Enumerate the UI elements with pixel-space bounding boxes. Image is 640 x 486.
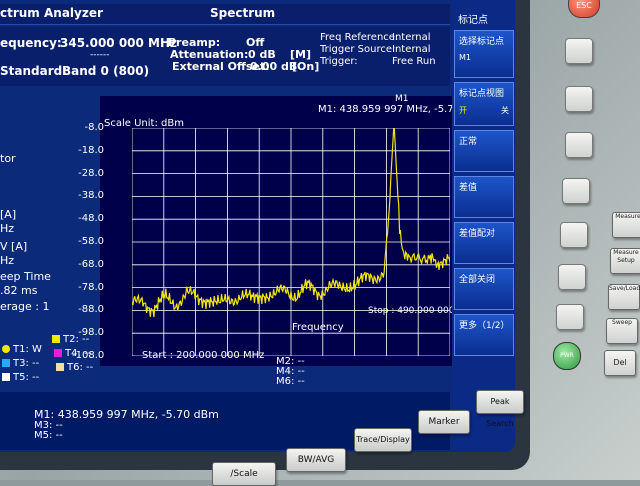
trace-2[interactable]: T2: -- bbox=[52, 334, 89, 345]
y-tick-label: -88.0 bbox=[78, 304, 104, 316]
trace-3-label: T3: -- bbox=[13, 358, 40, 369]
y-tick-label: -8.0 bbox=[84, 122, 104, 133]
softkey-hard-button-2[interactable] bbox=[565, 86, 593, 112]
softkey-select-marker[interactable]: 选择标记点 M1 bbox=[454, 30, 514, 78]
softkey-hard-button-1[interactable] bbox=[565, 38, 593, 64]
softkey-hard-button-7[interactable] bbox=[556, 304, 584, 330]
measure-setup-key[interactable]: Measure Setup bbox=[610, 248, 640, 274]
y-tick-label: -78.0 bbox=[78, 281, 104, 293]
trace-3[interactable]: T3: -- bbox=[2, 358, 39, 369]
x-axis-label: Frequency bbox=[292, 322, 344, 333]
delete-key[interactable]: Del bbox=[604, 350, 636, 376]
freq-reference-label: Freq Reference: bbox=[320, 32, 399, 43]
softkey-marker-view[interactable]: 标记点视图 开 关 bbox=[454, 82, 514, 126]
left-param-3: Hz bbox=[0, 222, 15, 235]
average-count: erage : 1 bbox=[0, 300, 50, 313]
trigger-source-label: Trigger Source: bbox=[320, 44, 396, 55]
center-frequency-label: equency: bbox=[0, 36, 62, 50]
trace-2-swatch bbox=[52, 335, 60, 343]
trace-4-label: T4: -- bbox=[65, 348, 92, 359]
standard-value[interactable]: Band 0 (800) bbox=[62, 64, 149, 78]
settings-panel: equency: 345.000 000 MHz ------ Standard… bbox=[0, 26, 450, 86]
softkey-all-off[interactable]: 全部关闭 bbox=[454, 268, 514, 310]
trace-5[interactable]: T5: -- bbox=[2, 372, 39, 383]
trigger-source-value: Internal bbox=[392, 44, 431, 55]
trace-4[interactable]: T4: -- bbox=[54, 348, 91, 359]
trace-6-swatch bbox=[56, 363, 64, 371]
y-tick-label: -48.0 bbox=[78, 213, 104, 225]
softkey-hard-button-5[interactable] bbox=[560, 222, 588, 248]
external-offset-value: 0.00 dB bbox=[250, 60, 298, 73]
trace-6-label: T6: -- bbox=[67, 362, 94, 373]
marker-key[interactable]: Marker bbox=[418, 410, 470, 434]
view-on-option: 开 bbox=[459, 106, 467, 115]
peak-search-key[interactable]: Peak Search bbox=[476, 390, 524, 428]
y-tick-label: -18.0 bbox=[78, 144, 104, 156]
center-frequency-value[interactable]: 345.000 000 MHz bbox=[60, 36, 177, 50]
y-tick-label: -68.0 bbox=[78, 258, 104, 270]
trace-5-label: T5: -- bbox=[13, 372, 40, 383]
softkey-more[interactable]: 更多（1/2） bbox=[454, 314, 514, 356]
external-offset-state: [On] bbox=[292, 60, 320, 73]
trigger-value: Free Run bbox=[392, 56, 436, 67]
standard-label: Standard: bbox=[0, 64, 68, 78]
title-bar: ctrum Analyzer Spectrum bbox=[0, 4, 450, 25]
view-off-option: 关 bbox=[501, 106, 509, 115]
trace-1-label: T1: W bbox=[13, 344, 42, 355]
softkey-delta[interactable]: 差值 bbox=[454, 176, 514, 218]
display-screen: ctrum Analyzer Spectrum equency: 345.000… bbox=[0, 0, 515, 452]
trigger-label: Trigger: bbox=[320, 56, 358, 67]
softkey-hard-button-4[interactable] bbox=[562, 178, 590, 204]
softkey-panel: 标记点 选择标记点 M1 标记点视图 开 关 正常 差值 差值配对 全部关闭 更… bbox=[452, 0, 515, 452]
softkey-normal[interactable]: 正常 bbox=[454, 130, 514, 172]
marker-6: M6: -- bbox=[276, 376, 305, 387]
y-tick-label: -58.0 bbox=[78, 236, 104, 247]
trace-4-swatch bbox=[54, 349, 62, 357]
softkey-hard-button-6[interactable] bbox=[558, 264, 586, 290]
sweep-time-label: eep Time bbox=[0, 270, 51, 283]
left-param-2: [A] bbox=[0, 208, 17, 221]
softkey-select-marker-label: 选择标记点 bbox=[459, 37, 505, 47]
left-param-4: V [A] bbox=[0, 240, 28, 253]
sweep-time-value: .82 ms bbox=[0, 284, 38, 297]
save-load-key[interactable]: Save/Load bbox=[608, 284, 640, 310]
left-param-1: tor bbox=[0, 152, 16, 165]
y-tick-label: -38.0 bbox=[78, 190, 104, 202]
sweep-key[interactable]: Sweep bbox=[606, 318, 638, 344]
marker-5: M5: -- bbox=[34, 430, 63, 441]
app-title: ctrum Analyzer bbox=[0, 6, 103, 20]
trace-display-key[interactable]: Trace/Display bbox=[354, 428, 412, 452]
softkey-hard-button-3[interactable] bbox=[565, 132, 593, 158]
marker-m1-label: M1 bbox=[395, 94, 409, 104]
trace-6[interactable]: T6: -- bbox=[56, 362, 93, 373]
trace-3-swatch bbox=[2, 359, 10, 367]
left-param-5: Hz bbox=[0, 254, 15, 267]
frequency-dashes: ------ bbox=[90, 50, 110, 60]
start-frequency: Start : 200.000 000 MHz bbox=[142, 350, 265, 361]
trace-1[interactable]: T1: W bbox=[2, 344, 42, 355]
softkey-select-marker-value: M1 bbox=[459, 53, 471, 62]
freq-reference-value: Internal bbox=[392, 32, 431, 43]
softkey-marker-view-label: 标记点视图 bbox=[459, 89, 505, 99]
mode-title: Spectrum bbox=[210, 6, 276, 20]
trace-5-swatch bbox=[2, 373, 10, 381]
trace-1-swatch bbox=[2, 345, 10, 353]
softkey-marker-view-toggle: 开 关 bbox=[459, 105, 509, 116]
softkey-menu-title: 标记点 bbox=[454, 8, 514, 30]
trace-2-label: T2: -- bbox=[63, 334, 90, 345]
power-button[interactable]: PWR bbox=[553, 342, 581, 370]
screen-frame: ctrum Analyzer Spectrum equency: 345.000… bbox=[0, 0, 530, 470]
spectrum-chart[interactable] bbox=[132, 128, 450, 356]
softkey-delta-pair[interactable]: 差值配对 bbox=[454, 222, 514, 264]
scale-key[interactable]: /Scale bbox=[212, 462, 276, 486]
measure-key[interactable]: Measure bbox=[612, 212, 640, 238]
y-tick-label: -28.0 bbox=[78, 167, 104, 179]
bw-avg-key[interactable]: BW/AVG bbox=[286, 448, 346, 472]
